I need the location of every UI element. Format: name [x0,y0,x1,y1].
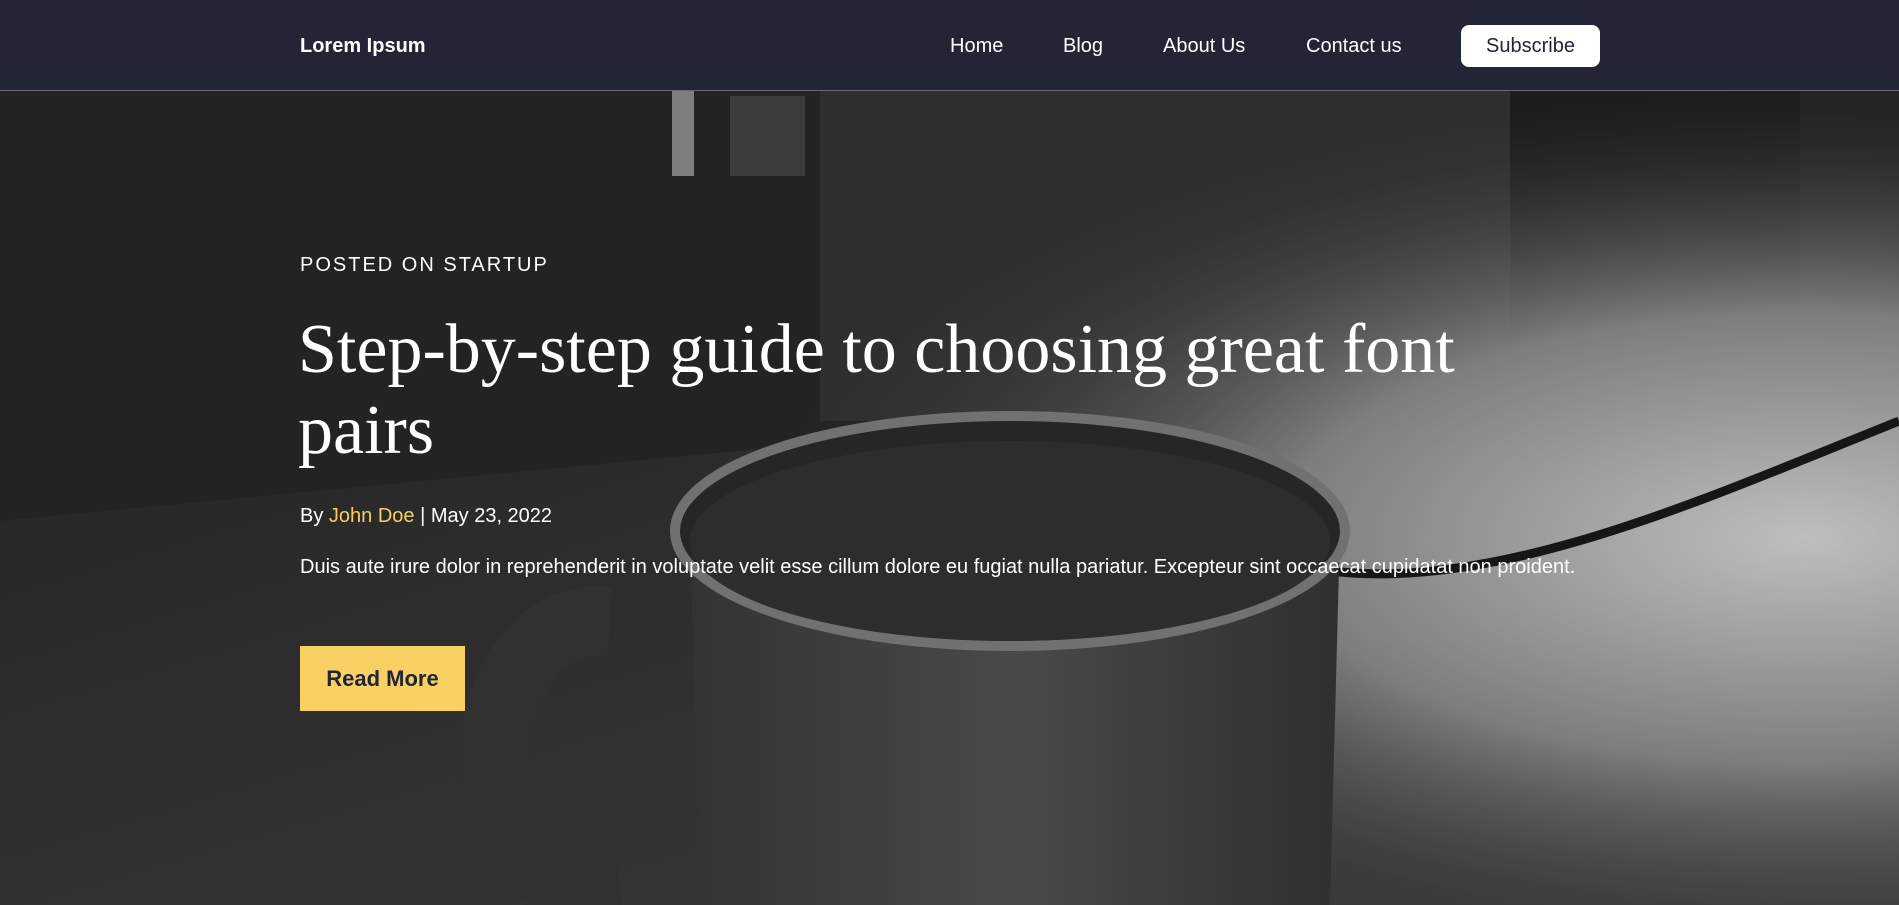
top-navbar: Lorem Ipsum Home Blog About Us Contact u… [0,0,1899,91]
nav-link-about-us[interactable]: About Us [1163,35,1245,57]
author-link[interactable]: John Doe [329,505,415,527]
post-title: Step-by-step guide to choosing great fon… [298,311,1455,469]
brand-logo[interactable]: Lorem Ipsum [300,35,426,57]
nav-link-contact-us[interactable]: Contact us [1306,35,1402,57]
read-more-button[interactable]: Read More [300,646,465,711]
post-excerpt: Duis aute irure dolor in reprehenderit i… [300,556,1576,578]
post-category: POSTED ON STARTUP [300,254,549,276]
post-date: May 23, 2022 [430,505,553,527]
subscribe-button[interactable]: Subscribe [1461,25,1600,67]
nav-link-home[interactable]: Home [950,35,1003,57]
byline-separator: | [420,505,426,527]
byline-prefix: By [300,505,324,527]
hero-overlay [0,91,1899,905]
post-byline: By John Doe | May 23, 2022 [300,505,552,528]
nav-link-blog[interactable]: Blog [1063,35,1103,57]
hero-section: POSTED ON STARTUP Step-by-step guide to … [0,91,1899,905]
